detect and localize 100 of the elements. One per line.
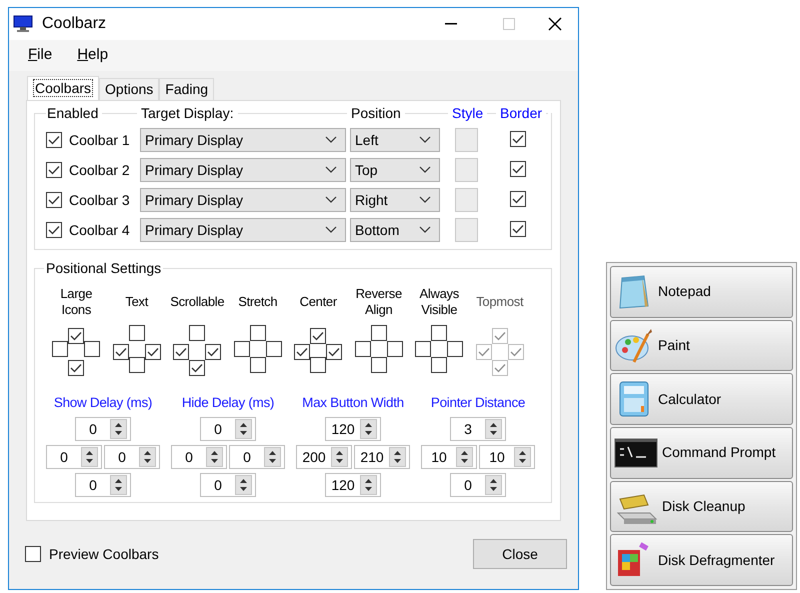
checkbox[interactable] [354,341,371,357]
setting-label: Pointer Distance [430,394,526,412]
checkbox[interactable] [310,328,326,344]
spin-arrows-icon[interactable] [485,419,502,440]
checkbox[interactable] [370,325,387,341]
spin-arrows-icon[interactable] [485,475,502,496]
number-spinner[interactable]: 0 [200,417,256,442]
launcher-button[interactable]: Notepad [610,266,793,318]
checkbox[interactable] [46,192,62,208]
position-dropdown[interactable]: Top [350,158,440,182]
number-spinner[interactable]: 3 [450,417,506,442]
checkbox[interactable] [510,131,526,147]
number-spinner[interactable]: 10 [421,445,477,470]
checkbox[interactable] [173,344,190,360]
checkbox[interactable] [386,341,403,357]
position-dropdown[interactable]: Right [350,188,440,212]
column-header: Border [499,104,544,122]
checkbox[interactable] [510,161,526,177]
number-spinner[interactable]: 0 [75,417,131,442]
checkbox[interactable] [510,221,526,237]
checkbox[interactable] [189,325,206,341]
display-dropdown[interactable]: Primary Display [140,158,346,182]
setting-label: Show Delay (ms) [54,394,152,412]
number-spinner[interactable]: 0 [229,445,285,470]
launcher-button[interactable]: Command Prompt [610,427,793,479]
checkbox[interactable] [144,344,161,360]
spin-arrows-icon[interactable] [456,447,473,468]
spin-arrows-icon[interactable] [110,419,127,440]
column-header: Enabled [46,104,100,122]
number-spinner[interactable]: 0 [46,445,102,470]
checkbox[interactable] [250,357,266,373]
launcher-button[interactable]: Paint [610,320,793,372]
checkbox[interactable] [266,341,282,357]
checkbox[interactable] [431,357,448,373]
menu-item[interactable]: Help [77,44,108,67]
option-label: Always Visible [418,286,460,318]
checkbox[interactable] [250,325,266,341]
checkbox[interactable] [447,341,464,357]
checkbox[interactable] [128,357,145,373]
number-spinner[interactable]: 0 [104,445,160,470]
checkbox[interactable] [46,132,62,148]
checkbox[interactable] [52,341,68,357]
spin-arrows-icon[interactable] [81,447,98,468]
checkbox[interactable] [68,360,84,376]
menu-item[interactable]: File [28,44,52,67]
checkbox[interactable] [189,360,206,376]
option-label: Topmost [476,294,524,310]
number-spinner[interactable]: 0 [171,445,227,470]
spin-arrows-icon[interactable] [331,447,348,468]
checkbox[interactable] [510,191,526,207]
column-header: Target Display: [140,104,235,123]
checkbox[interactable] [25,546,41,562]
checkbox[interactable] [46,222,62,238]
position-dropdown[interactable]: Bottom [350,218,440,242]
tab[interactable]: Fading [159,78,214,100]
number-spinner[interactable]: 0 [75,473,131,498]
spin-arrows-icon[interactable] [206,447,223,468]
checkbox[interactable] [234,341,250,357]
checkbox[interactable] [112,344,129,360]
spin-arrows-icon[interactable] [139,447,156,468]
option-label: Large Icons [59,286,94,318]
spin-arrows-icon[interactable] [514,447,531,468]
checkbox[interactable] [294,344,310,360]
number-spinner[interactable]: 210 [354,445,410,470]
checkbox[interactable] [415,341,432,357]
checkbox[interactable] [46,162,62,178]
chevron-icon [419,136,431,144]
spin-arrows-icon[interactable] [235,475,252,496]
tab[interactable]: Options [99,78,160,100]
spin-arrows-icon[interactable] [110,475,127,496]
spin-arrows-icon[interactable] [235,419,252,440]
checkbox[interactable] [431,325,448,341]
checkbox[interactable] [310,357,326,373]
close-button[interactable]: Close [473,539,567,569]
number-spinner[interactable]: 120 [325,473,381,498]
spin-arrows-icon[interactable] [360,475,377,496]
checkbox[interactable] [205,344,222,360]
launcher-button[interactable]: Disk Defragmenter [610,534,793,586]
position-dropdown[interactable]: Left [350,128,440,152]
display-dropdown[interactable]: Primary Display [140,128,346,152]
checkbox[interactable] [84,341,100,357]
spin-arrows-icon[interactable] [360,419,377,440]
spin-arrows-icon[interactable] [389,447,406,468]
checkbox[interactable] [326,344,342,360]
launcher-button[interactable]: Disk Cleanup [610,480,793,532]
number-spinner[interactable]: 0 [450,473,506,498]
launcher-button[interactable]: Calculator [610,373,793,426]
display-dropdown[interactable]: Primary Display [140,218,346,242]
display-dropdown[interactable]: Primary Display [140,188,346,212]
spin-arrows-icon[interactable] [264,447,281,468]
number-spinner[interactable]: 200 [296,445,352,470]
number-spinner[interactable]: 0 [200,473,256,498]
chevron-icon [419,226,431,234]
checkbox-label: Preview Coolbars [49,544,159,564]
checkbox[interactable] [128,325,145,341]
number-spinner[interactable]: 10 [479,445,535,470]
checkbox[interactable] [68,328,84,344]
checkbox[interactable] [370,357,387,373]
tab[interactable]: Coolbars [27,76,100,100]
number-spinner[interactable]: 120 [325,417,381,442]
